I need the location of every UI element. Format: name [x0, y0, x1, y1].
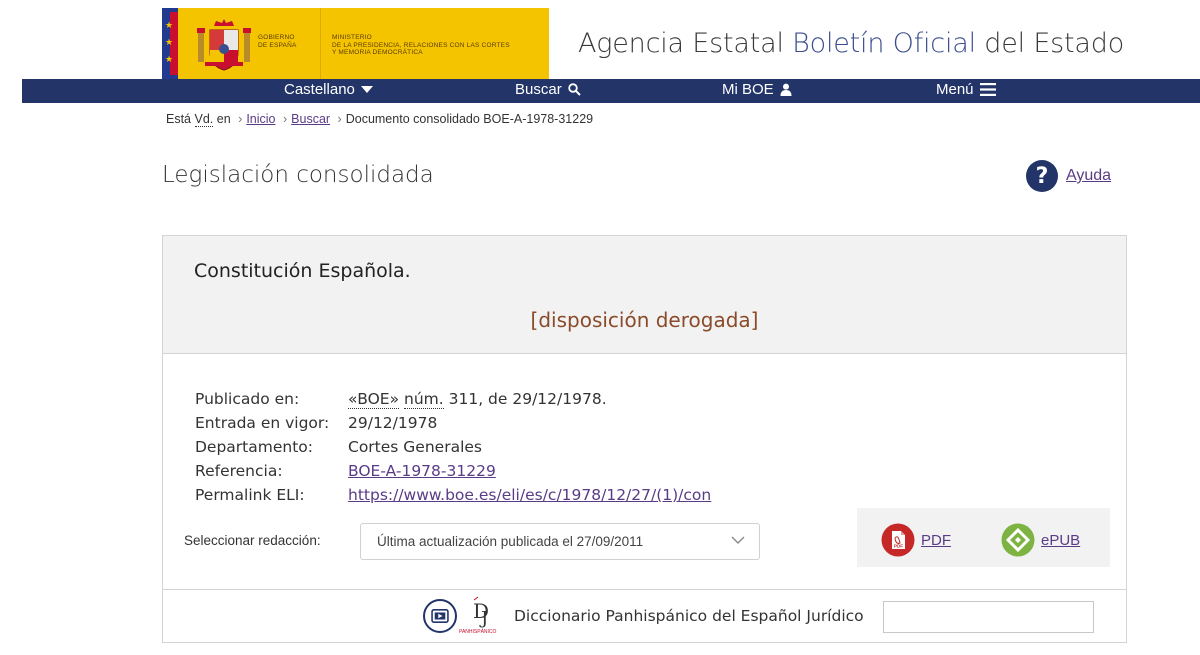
pdf-badge-text: PDF: [894, 544, 903, 549]
eu-flag-strip: ★ ★ ★: [162, 8, 178, 79]
coat-of-arms-icon: [197, 19, 251, 71]
epub-icon: [1001, 523, 1035, 557]
published-label: Publicado en:: [195, 390, 300, 408]
epub-link[interactable]: ePUB: [1041, 532, 1080, 549]
published-value: «BOE» núm. 311, de 29/12/1978.: [348, 390, 607, 409]
in-force-value: 29/12/1978: [348, 414, 438, 432]
gov-label: GOBIERNO DE ESPAÑA: [258, 34, 297, 49]
document-title: Constitución Española.: [194, 260, 411, 282]
help-link[interactable]: ? Ayuda: [1026, 160, 1111, 192]
dpej-logo-text: PANHISPÁNICO: [459, 628, 497, 635]
caret-down-icon: [360, 85, 373, 93]
page-title: Legislación consolidada: [162, 162, 434, 188]
search-icon: [567, 83, 581, 96]
download-panel: PDF PDF ePUB: [857, 508, 1110, 567]
language-selector[interactable]: Castellano: [284, 81, 373, 98]
question-icon: ?: [1026, 160, 1058, 192]
nav-search-button[interactable]: Buscar: [515, 81, 581, 98]
dictionary-bar: D J PANHISPÁNICO Diccionario Panhispánic…: [163, 589, 1126, 643]
breadcrumb-search-link[interactable]: Buscar: [291, 112, 330, 126]
version-select-label: Seleccionar redacción:: [184, 533, 321, 548]
chevron-down-icon: [731, 536, 745, 544]
eli-permalink[interactable]: https://www.boe.es/eli/es/c/1978/12/27/(…: [348, 486, 711, 504]
dpej-logo: D J PANHISPÁNICO: [459, 596, 497, 635]
nav-menu-button[interactable]: Menú: [936, 81, 996, 98]
agency-title[interactable]: Agencia Estatal Boletín Oficial del Esta…: [578, 28, 1124, 59]
user-icon: [780, 83, 792, 96]
dictionary-search-input[interactable]: [883, 601, 1094, 633]
eli-label: Permalink ELI:: [195, 486, 305, 504]
status-badge: [disposición derogada]: [530, 308, 759, 332]
dictionary-label: Diccionario Panhispánico del Español Jur…: [514, 607, 864, 625]
pdf-link[interactable]: PDF: [921, 532, 951, 549]
epub-download[interactable]: ePUB: [1001, 523, 1080, 557]
government-logo[interactable]: ★ ★ ★ GOBIERNO DE ESPAÑA MINISTERIO DE L…: [162, 8, 549, 79]
reference-label: Referencia:: [195, 462, 283, 480]
department-label: Departamento:: [195, 438, 313, 456]
ministry-label: MINISTERIO DE LA PRESIDENCIA, RELACIONES…: [332, 34, 510, 56]
help-link-label[interactable]: Ayuda: [1066, 167, 1111, 185]
version-select[interactable]: Última actualización publicada el 27/09/…: [360, 523, 760, 560]
breadcrumb-current: Documento consolidado BOE-A-1978-31229: [345, 112, 594, 126]
main-navbar: Castellano Buscar Mi BOE Menú: [22, 79, 1200, 103]
reference-link[interactable]: BOE-A-1978-31229: [348, 462, 496, 480]
department-value: Cortes Generales: [348, 438, 482, 456]
document-card: Constitución Española. [disposición dero…: [162, 235, 1127, 643]
nav-my-boe-button[interactable]: Mi BOE: [722, 81, 792, 98]
svg-text:J: J: [479, 608, 488, 629]
document-header: Constitución Española. [disposición dero…: [163, 236, 1126, 354]
hamburger-icon: [979, 83, 996, 96]
pdf-icon: PDF: [881, 523, 915, 557]
pdf-download[interactable]: PDF PDF: [881, 523, 951, 557]
video-icon[interactable]: [423, 599, 457, 633]
in-force-label: Entrada en vigor:: [195, 414, 330, 432]
breadcrumb-home-link[interactable]: Inicio: [246, 112, 275, 126]
breadcrumb: Está Vd. en › Inicio › Buscar › Documento c…: [166, 112, 594, 127]
